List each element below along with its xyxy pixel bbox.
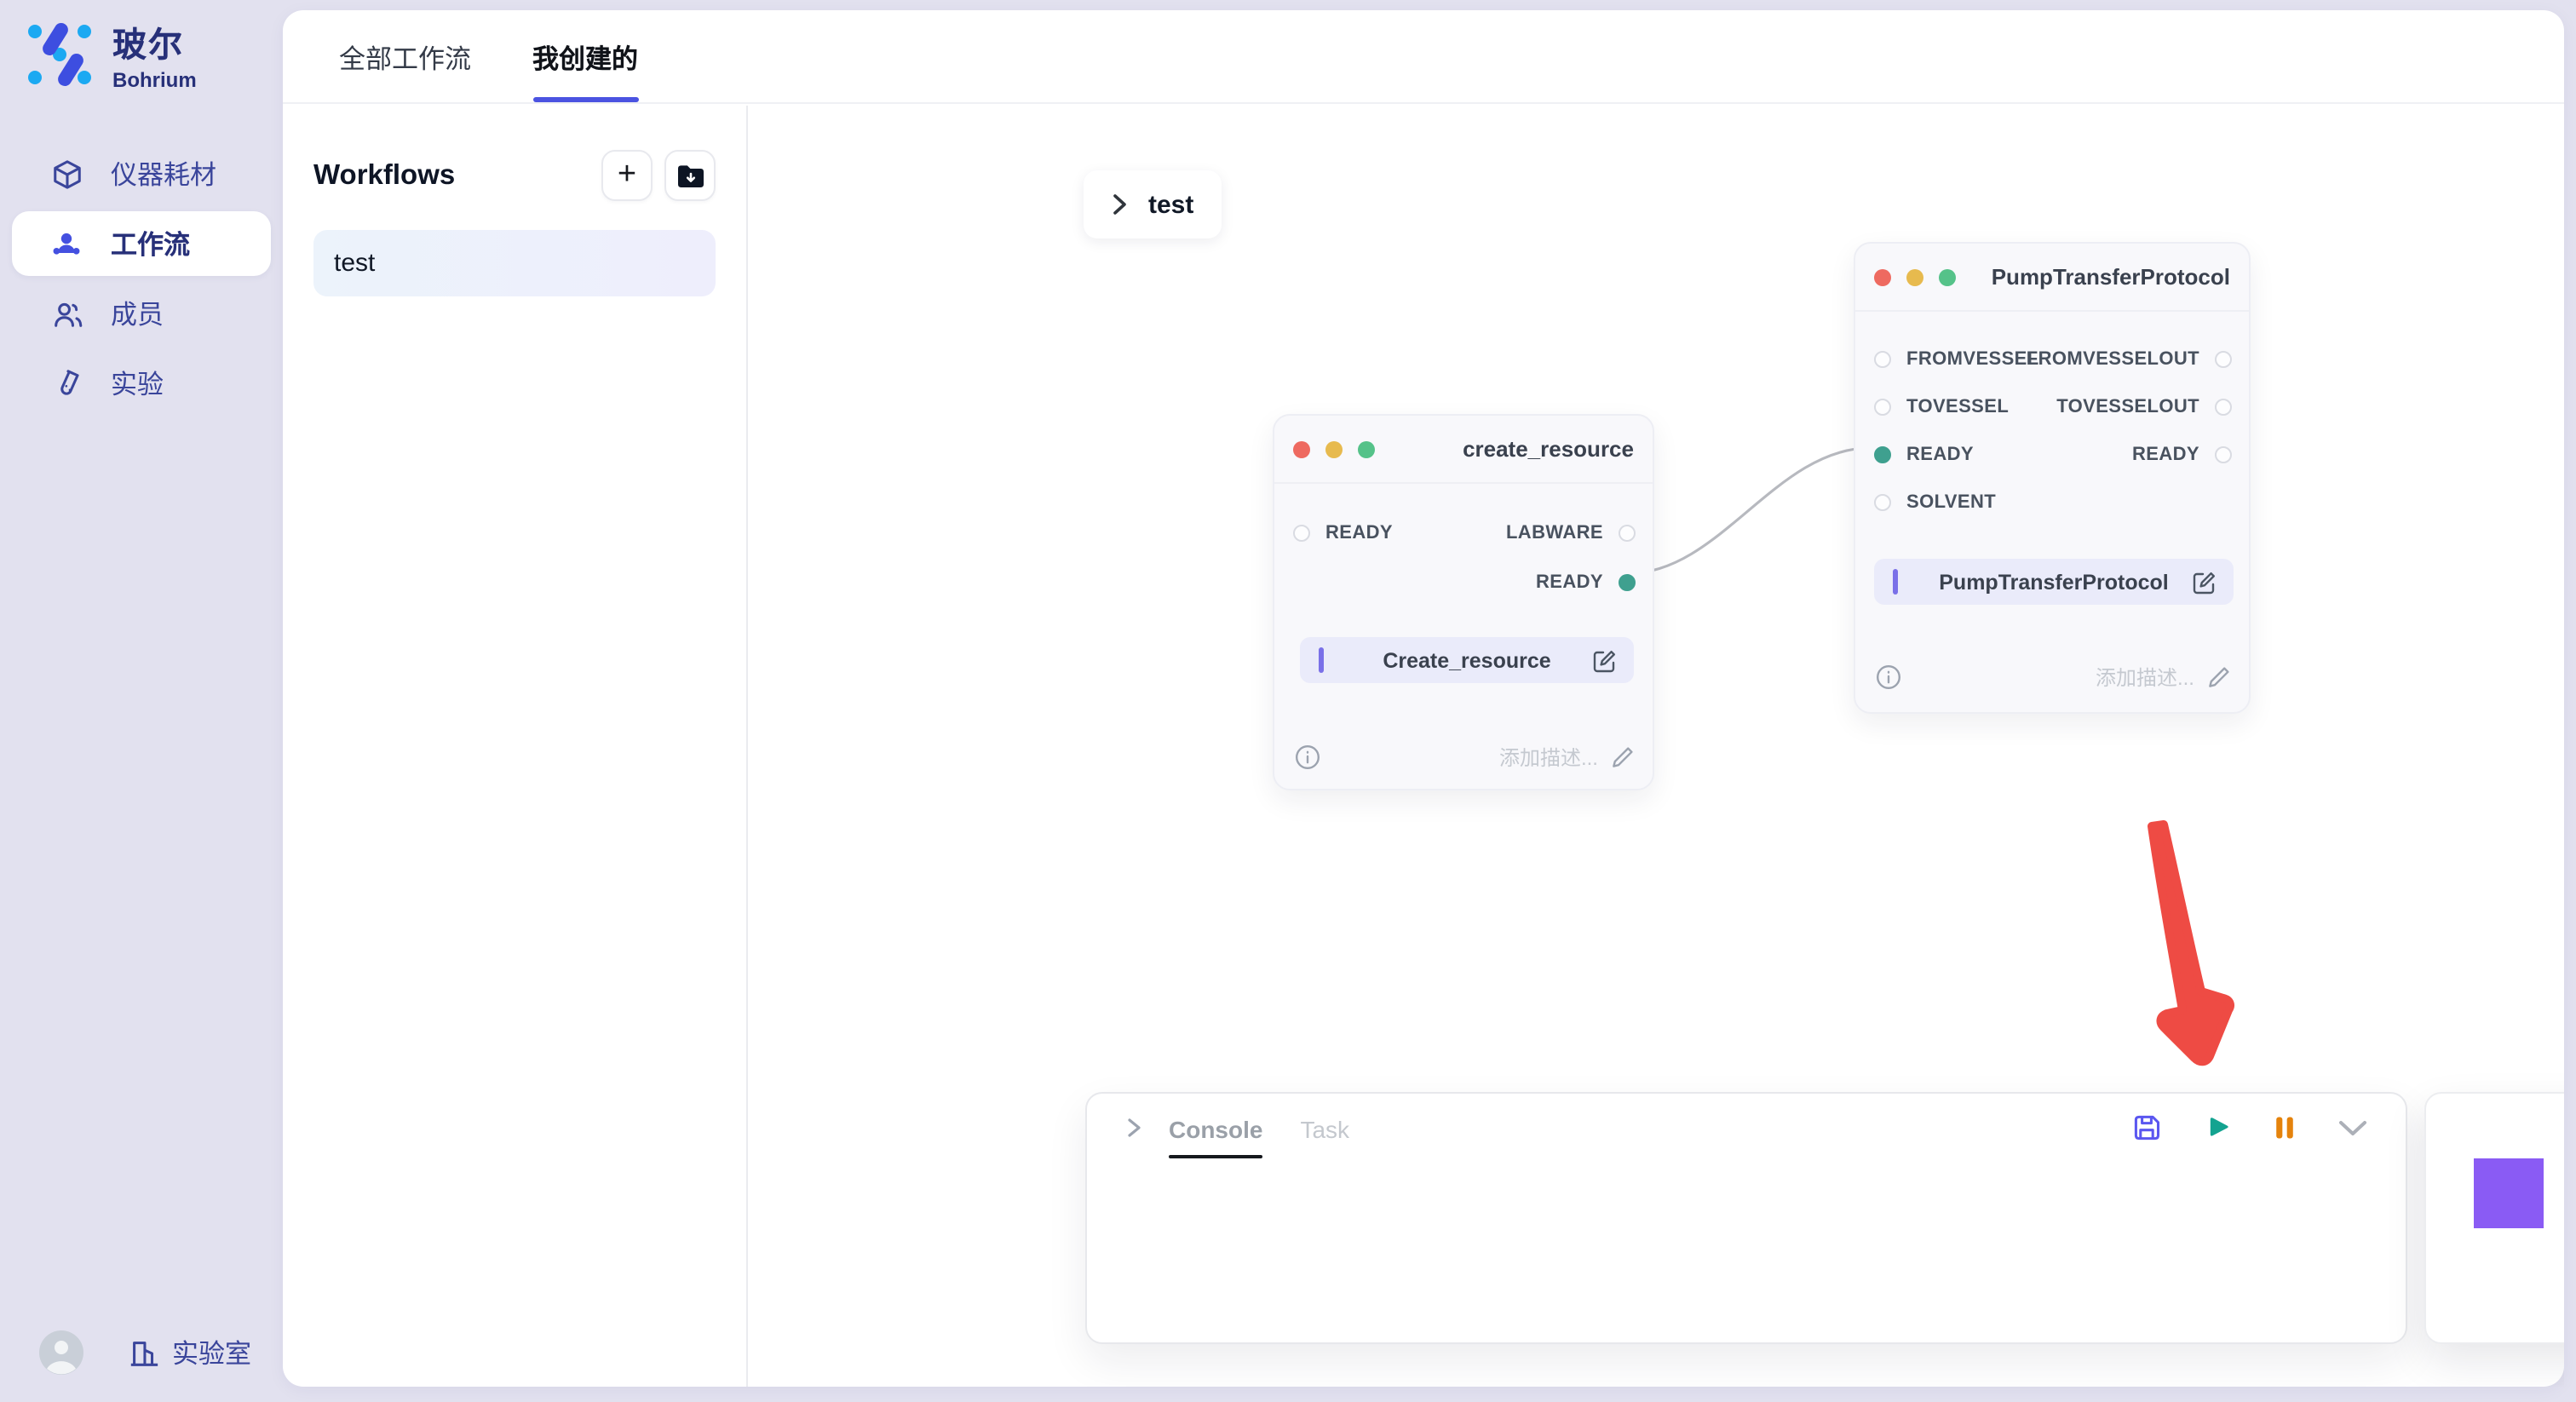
workflow-canvas[interactable]: test 美化 bbox=[750, 106, 2564, 1387]
workflow-tabbar: 全部工作流 我创建的 bbox=[283, 10, 2564, 104]
expand-icon[interactable] bbox=[1124, 1116, 1143, 1140]
users-icon bbox=[49, 296, 83, 330]
red-arrow-annotation bbox=[2130, 813, 2249, 1068]
team-icon bbox=[49, 227, 83, 261]
port-dot-connected[interactable] bbox=[1874, 446, 1891, 463]
port-dot[interactable] bbox=[1293, 525, 1310, 542]
port-out-fromvesselout[interactable]: FROMVESSELOUT bbox=[2027, 349, 2232, 370]
node-pump-transfer-protocol[interactable]: PumpTransferProtocol FROMVESSEL TOVESSEL… bbox=[1854, 242, 2251, 714]
collapse-icon[interactable] bbox=[2337, 1118, 2368, 1138]
task-tab[interactable]: Task bbox=[1300, 1098, 1349, 1158]
dot-red-icon bbox=[1874, 268, 1891, 285]
port-out-tovesselout[interactable]: TOVESSELOUT bbox=[2056, 397, 2232, 417]
minimap[interactable] bbox=[2424, 1092, 2564, 1344]
pause-icon[interactable] bbox=[2271, 1112, 2298, 1143]
main-content: 全部工作流 我创建的 Workflows + bbox=[283, 10, 2564, 1387]
avatar[interactable] bbox=[39, 1330, 83, 1375]
save-icon[interactable] bbox=[2131, 1112, 2162, 1143]
dot-yellow-icon bbox=[1906, 268, 1923, 285]
port-dot-connected[interactable] bbox=[1619, 574, 1636, 591]
bohrium-logo-icon bbox=[24, 19, 95, 90]
port-out-ready[interactable]: READY bbox=[2132, 445, 2232, 465]
test-tube-icon bbox=[49, 366, 83, 400]
brand-logo[interactable]: 玻尔 Bohrium bbox=[24, 17, 197, 92]
port-dot[interactable] bbox=[1874, 494, 1891, 511]
traffic-dots bbox=[1293, 440, 1375, 457]
run-icon[interactable] bbox=[2201, 1112, 2232, 1143]
edit-icon[interactable] bbox=[2193, 570, 2217, 594]
folder-download-icon bbox=[676, 163, 704, 188]
port-out-ready[interactable]: READY bbox=[1536, 572, 1636, 593]
tab-all-workflows[interactable]: 全部工作流 bbox=[339, 39, 471, 102]
dot-green-icon bbox=[1939, 268, 1956, 285]
node-action-button[interactable]: PumpTransferProtocol bbox=[1874, 559, 2234, 605]
tab-my-created[interactable]: 我创建的 bbox=[532, 39, 638, 102]
building-icon bbox=[128, 1336, 160, 1369]
edit-icon[interactable] bbox=[1593, 648, 1617, 672]
console-output bbox=[1087, 1162, 2406, 1342]
node-create-resource[interactable]: create_resource READY LABWARE READY Crea… bbox=[1273, 414, 1654, 790]
port-dot[interactable] bbox=[1874, 351, 1891, 368]
port-in-fromvessel[interactable]: FROMVESSEL bbox=[1874, 349, 2039, 370]
console-panel: Console Task bbox=[1085, 1092, 2407, 1344]
sidebar-item-label: 实验 bbox=[111, 365, 164, 402]
node-title: create_resource bbox=[1463, 436, 1634, 462]
sidebar-item-label: 工作流 bbox=[111, 225, 190, 262]
port-dot[interactable] bbox=[2215, 446, 2232, 463]
info-icon[interactable] bbox=[1295, 744, 1320, 769]
sidebar-item-experiments[interactable]: 实验 bbox=[12, 351, 271, 416]
dot-red-icon bbox=[1293, 440, 1310, 457]
workflows-panel-title: Workflows bbox=[313, 159, 455, 192]
port-in-solvent[interactable]: SOLVENT bbox=[1874, 492, 1996, 513]
bohrium-workflow-app: 玻尔 Bohrium 仪器耗材 bbox=[0, 0, 2576, 1402]
breadcrumb-label: test bbox=[1148, 190, 1193, 219]
brand-name: 玻尔 bbox=[112, 17, 197, 66]
add-workflow-button[interactable]: + bbox=[601, 150, 653, 201]
port-out-labware[interactable]: LABWARE bbox=[1506, 523, 1636, 543]
traffic-dots bbox=[1874, 268, 1956, 285]
port-in-ready[interactable]: READY bbox=[1874, 445, 1974, 465]
cursor-bar bbox=[1893, 569, 1898, 595]
sidebar-item-members[interactable]: 成员 bbox=[12, 281, 271, 346]
breadcrumb[interactable]: test bbox=[1084, 170, 1221, 238]
brand-latin: Bohrium bbox=[112, 68, 197, 92]
pencil-icon[interactable] bbox=[2208, 665, 2230, 687]
port-in-ready[interactable]: READY bbox=[1293, 523, 1393, 543]
workflow-list-item[interactable]: test bbox=[313, 230, 716, 296]
description-placeholder[interactable]: 添加描述... bbox=[2096, 662, 2194, 691]
chevron-right-icon bbox=[1111, 192, 1128, 216]
sidebar-item-instruments[interactable]: 仪器耗材 bbox=[12, 141, 271, 206]
import-folder-button[interactable] bbox=[664, 150, 716, 201]
pencil-icon[interactable] bbox=[1612, 745, 1634, 767]
port-dot[interactable] bbox=[2215, 351, 2232, 368]
port-dot[interactable] bbox=[2215, 399, 2232, 416]
minimap-node bbox=[2474, 1158, 2544, 1228]
node-action-button[interactable]: Create_resource bbox=[1300, 637, 1634, 683]
port-dot[interactable] bbox=[1874, 399, 1891, 416]
lab-label: 实验室 bbox=[172, 1334, 251, 1371]
sidebar-item-label: 仪器耗材 bbox=[111, 155, 216, 192]
description-placeholder[interactable]: 添加描述... bbox=[1499, 742, 1598, 771]
port-dot[interactable] bbox=[1619, 525, 1636, 542]
sidebar-nav: 仪器耗材 工作流 bbox=[0, 136, 283, 421]
cursor-bar bbox=[1319, 647, 1324, 673]
console-tab[interactable]: Console bbox=[1169, 1098, 1262, 1158]
node-title: PumpTransferProtocol bbox=[1992, 264, 2230, 290]
port-in-tovessel[interactable]: TOVESSEL bbox=[1874, 397, 2009, 417]
sidebar: 玻尔 Bohrium 仪器耗材 bbox=[0, 0, 283, 1402]
dot-yellow-icon bbox=[1325, 440, 1343, 457]
sidebar-item-label: 成员 bbox=[111, 295, 164, 332]
workflows-panel: Workflows + te bbox=[283, 106, 748, 1387]
lab-switcher[interactable]: 实验室 bbox=[128, 1334, 251, 1371]
workflow-name: test bbox=[334, 249, 375, 278]
package-icon bbox=[49, 157, 83, 191]
sidebar-item-workflow[interactable]: 工作流 bbox=[12, 211, 271, 276]
plus-icon: + bbox=[618, 158, 636, 190]
dot-green-icon bbox=[1358, 440, 1375, 457]
info-icon[interactable] bbox=[1876, 664, 1901, 689]
sidebar-footer: 实验室 bbox=[0, 1327, 283, 1378]
